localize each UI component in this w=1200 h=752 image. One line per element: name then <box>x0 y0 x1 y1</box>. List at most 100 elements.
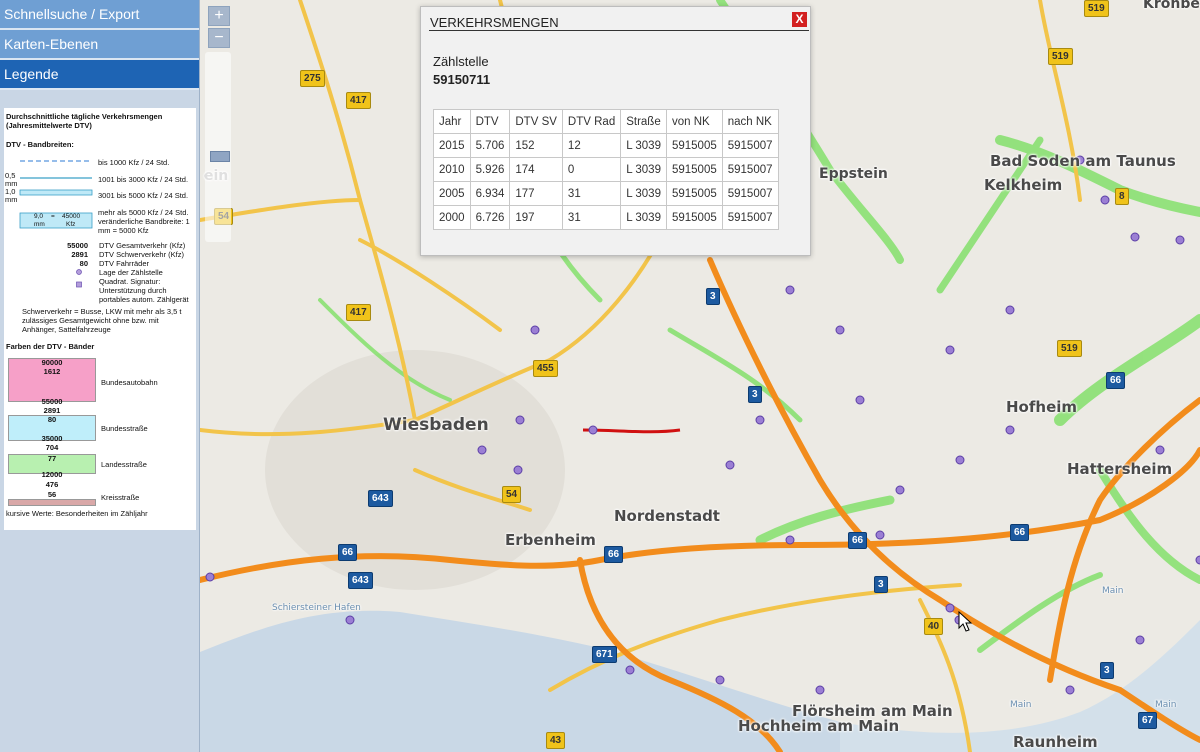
close-button[interactable]: X <box>792 12 807 27</box>
sidebar: Schnellsuche / Export Karten-Ebenen Lege… <box>0 0 200 752</box>
zoom-in-button[interactable]: + <box>208 6 230 26</box>
sample-label-gesamt: DTV Gesamtverkehr (Kfz) <box>99 241 186 250</box>
shield-b8: 8 <box>1115 188 1129 205</box>
place-hofheim: Hofheim <box>1006 398 1078 416</box>
cell: 2015 <box>433 133 471 158</box>
class-landesstrasse-label: Landesstraße <box>101 460 147 469</box>
sample-label-lage: Lage der Zählstelle <box>99 268 163 277</box>
scale-sample-unit-left: mm <box>34 221 45 228</box>
water-main-3: Main <box>1155 700 1177 710</box>
cell: 2010 <box>433 157 471 182</box>
table-row: 2015 5.706 152 12 L 3039 5915005 5915007 <box>433 133 779 158</box>
sample-label-schwer: DTV Schwerverkehr (Kfz) <box>99 250 185 259</box>
cell: L 3039 <box>620 157 667 182</box>
place-kelkheim: Kelkheim <box>984 176 1063 194</box>
place-eppstein: Eppstein <box>819 166 888 182</box>
cell: 0 <box>561 157 622 182</box>
place-hochheim: Hochheim am Main <box>738 717 900 735</box>
colors-title: Farben der DTV - Bänder <box>6 342 95 351</box>
cell: 5915007 <box>721 181 779 206</box>
station-circle-icon <box>76 269 82 275</box>
band-label-4: mehr als 5000 Kfz / 24 Std. veränderlich… <box>98 208 190 235</box>
shield-b519-south: 519 <box>1057 340 1082 357</box>
section-karten-ebenen[interactable]: Karten-Ebenen <box>0 30 199 60</box>
place-kronberg: Kronbe <box>1143 0 1200 12</box>
shield-a643-north: 643 <box>368 490 393 507</box>
bundes-v3: 704 <box>45 443 59 452</box>
shield-a3-east: 3 <box>1100 662 1114 679</box>
zoom-slider-handle[interactable] <box>210 151 230 162</box>
band-label-3: 3001 bis 5000 Kfz / 24 Std. <box>98 191 189 200</box>
shield-b519-mid: 519 <box>1048 48 1073 65</box>
col-strasse: Straße <box>620 109 667 134</box>
place-hattersheim: Hattersheim <box>1067 460 1173 478</box>
section-legende[interactable]: Legende <box>0 60 199 90</box>
autobahn-v1: 90000 <box>41 358 63 367</box>
class-kreisstrasse-swatch <box>8 499 96 506</box>
bundes-v2: 35000 <box>41 434 63 443</box>
station-symbols <box>76 269 82 288</box>
scale-sample-right: 45000 <box>62 213 81 220</box>
shield-b43: 43 <box>546 732 566 749</box>
zoom-slider-track[interactable] <box>205 52 231 242</box>
table-header-row: Jahr DTV DTV SV DTV Rad Straße von NK na… <box>433 109 779 134</box>
cell: L 3039 <box>620 181 667 206</box>
section-schnellsuche-export[interactable]: Schnellsuche / Export <box>0 0 199 30</box>
col-dtv: DTV <box>469 109 511 134</box>
shield-b54: 54 <box>502 486 522 503</box>
shield-b417-north: 417 <box>346 92 371 109</box>
cell: 5915005 <box>665 181 723 206</box>
shield-a67: 67 <box>1138 712 1158 729</box>
cell: 5915005 <box>665 205 723 230</box>
cell: 31 <box>561 181 622 206</box>
cell: 5915005 <box>665 157 723 182</box>
sample-dtv-gesamt: 55000 <box>67 241 88 250</box>
cell: 177 <box>509 181 563 206</box>
traffic-table: Jahr DTV DTV SV DTV Rad Straße von NK na… <box>433 109 779 230</box>
mouse-pointer-icon <box>958 611 973 632</box>
cell: 31 <box>561 205 622 230</box>
shield-a66-far-east: 66 <box>1010 524 1030 541</box>
legend-footer: kursive Werte: Besonderheiten im Zähljah… <box>6 509 148 518</box>
sample-dtv-schwer: 2891 <box>71 250 88 259</box>
shield-a671: 671 <box>592 646 617 663</box>
zoom-control: + − <box>208 6 230 50</box>
sample-label-rad: DTV Fahrräder <box>99 259 150 268</box>
place-raunheim: Raunheim <box>1013 733 1098 751</box>
place-erbenheim: Erbenheim <box>505 531 596 549</box>
shield-b455: 455 <box>533 360 558 377</box>
place-nordenstadt: Nordenstadt <box>614 507 720 525</box>
place-wiesbaden: Wiesbaden <box>383 415 489 435</box>
shield-b417-south: 417 <box>346 304 371 321</box>
shield-b519-north: 519 <box>1084 0 1109 17</box>
class-autobahn-label: Bundesautobahn <box>101 378 158 387</box>
schwerverkehr-note: Schwerverkehr = Busse, LKW mit mehr als … <box>22 307 182 334</box>
band-label-1: bis 1000 Kfz / 24 Std. <box>98 158 170 167</box>
shield-a3-mid: 3 <box>748 386 762 403</box>
cell: 5.926 <box>469 157 511 182</box>
shield-a66-west: 66 <box>338 544 358 561</box>
traffic-popup: VERKEHRSMENGEN X Zählstelle 59150711 Jah… <box>420 6 811 256</box>
station-id: 59150711 <box>433 72 491 87</box>
scale-sample-left: 9,0 <box>34 213 44 220</box>
zoom-out-button[interactable]: − <box>208 28 230 48</box>
sample-dtv-rad: 80 <box>79 259 88 268</box>
bundes-v1: 80 <box>47 415 57 424</box>
scale-sample-eq: = <box>51 213 55 220</box>
shield-a3-south: 3 <box>874 576 888 593</box>
band-sample-box <box>19 212 93 229</box>
landes-v1: 77 <box>47 454 57 463</box>
col-dtv-sv: DTV SV <box>509 109 563 134</box>
station-square-icon <box>76 281 82 288</box>
shield-a66-mid: 66 <box>604 546 624 563</box>
cell: 5915007 <box>721 205 779 230</box>
cell: 5.706 <box>469 133 511 158</box>
legend-panel: Durchschnittliche tägliche Verkehrsmenge… <box>4 108 196 530</box>
sample-label-quadrat: Quadrat. Signatur: Unterstützung durch p… <box>99 277 189 304</box>
place-schiersteiner-hafen: Schiersteiner Hafen <box>272 603 361 613</box>
landes-v2: 12000 <box>41 470 63 479</box>
station-label: Zählstelle <box>433 54 489 69</box>
scale-sample-unit-right: Kfz <box>66 221 76 228</box>
water-main-1: Main <box>1102 586 1124 596</box>
cell: 5915007 <box>721 157 779 182</box>
